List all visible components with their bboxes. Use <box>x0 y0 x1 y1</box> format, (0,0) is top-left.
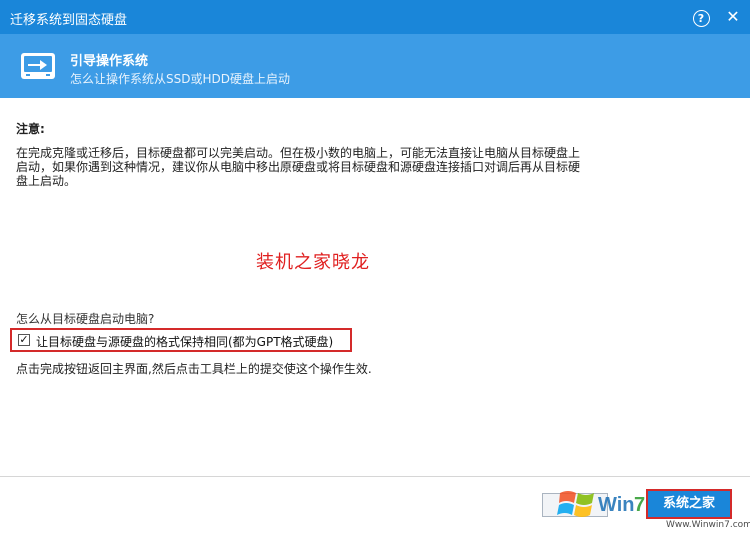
wizard-content: 注意: 在完成克隆或迁移后，目标硬盘都可以完美启动。但在极小数的电脑上，可能无法… <box>0 98 750 536</box>
wizard-header: 引导操作系统 怎么让操作系统从SSD或HDD硬盘上启动 <box>0 34 750 98</box>
wizard-footer: Win 7 Www.Winwin7.com 系统之家 <box>0 477 750 536</box>
svg-text:Win: Win <box>598 494 634 516</box>
help-button[interactable]: ? <box>690 6 712 28</box>
watermark-text: 装机之家晓龙 <box>256 252 370 273</box>
same-format-option[interactable]: ✓ 让目标硬盘与源硬盘的格式保持相同(都为GPT格式硬盘) <box>10 328 352 352</box>
close-button[interactable]: ✕ <box>722 6 744 28</box>
note-label: 注意: <box>16 122 45 136</box>
checkmark-icon: ✓ <box>19 333 29 346</box>
disk-icon <box>18 46 58 89</box>
note-text: 在完成克隆或迁移后，目标硬盘都可以完美启动。但在极小数的电脑上，可能无法直接让电… <box>16 146 581 188</box>
help-icon: ? <box>692 10 710 27</box>
boot-question: 怎么从目标硬盘启动电脑? <box>16 312 155 326</box>
window-title: 迁移系统到固态硬盘 <box>10 13 128 28</box>
same-format-label: 让目标硬盘与源硬盘的格式保持相同(都为GPT格式硬盘) <box>36 335 334 349</box>
header-title: 引导操作系统 <box>70 54 149 69</box>
title-bar: 迁移系统到固态硬盘 ? ✕ <box>0 0 750 34</box>
finish-button[interactable]: 系统之家 <box>646 489 732 519</box>
finish-hint: 点击完成按钮返回主界面,然后点击工具栏上的提交使这个操作生效. <box>16 362 372 376</box>
same-format-checkbox[interactable]: ✓ <box>18 334 30 346</box>
close-icon: ✕ <box>726 7 740 26</box>
header-subtitle: 怎么让操作系统从SSD或HDD硬盘上启动 <box>70 72 290 86</box>
svg-text:7: 7 <box>634 494 645 516</box>
logo-url: Www.Winwin7.com <box>666 520 750 530</box>
